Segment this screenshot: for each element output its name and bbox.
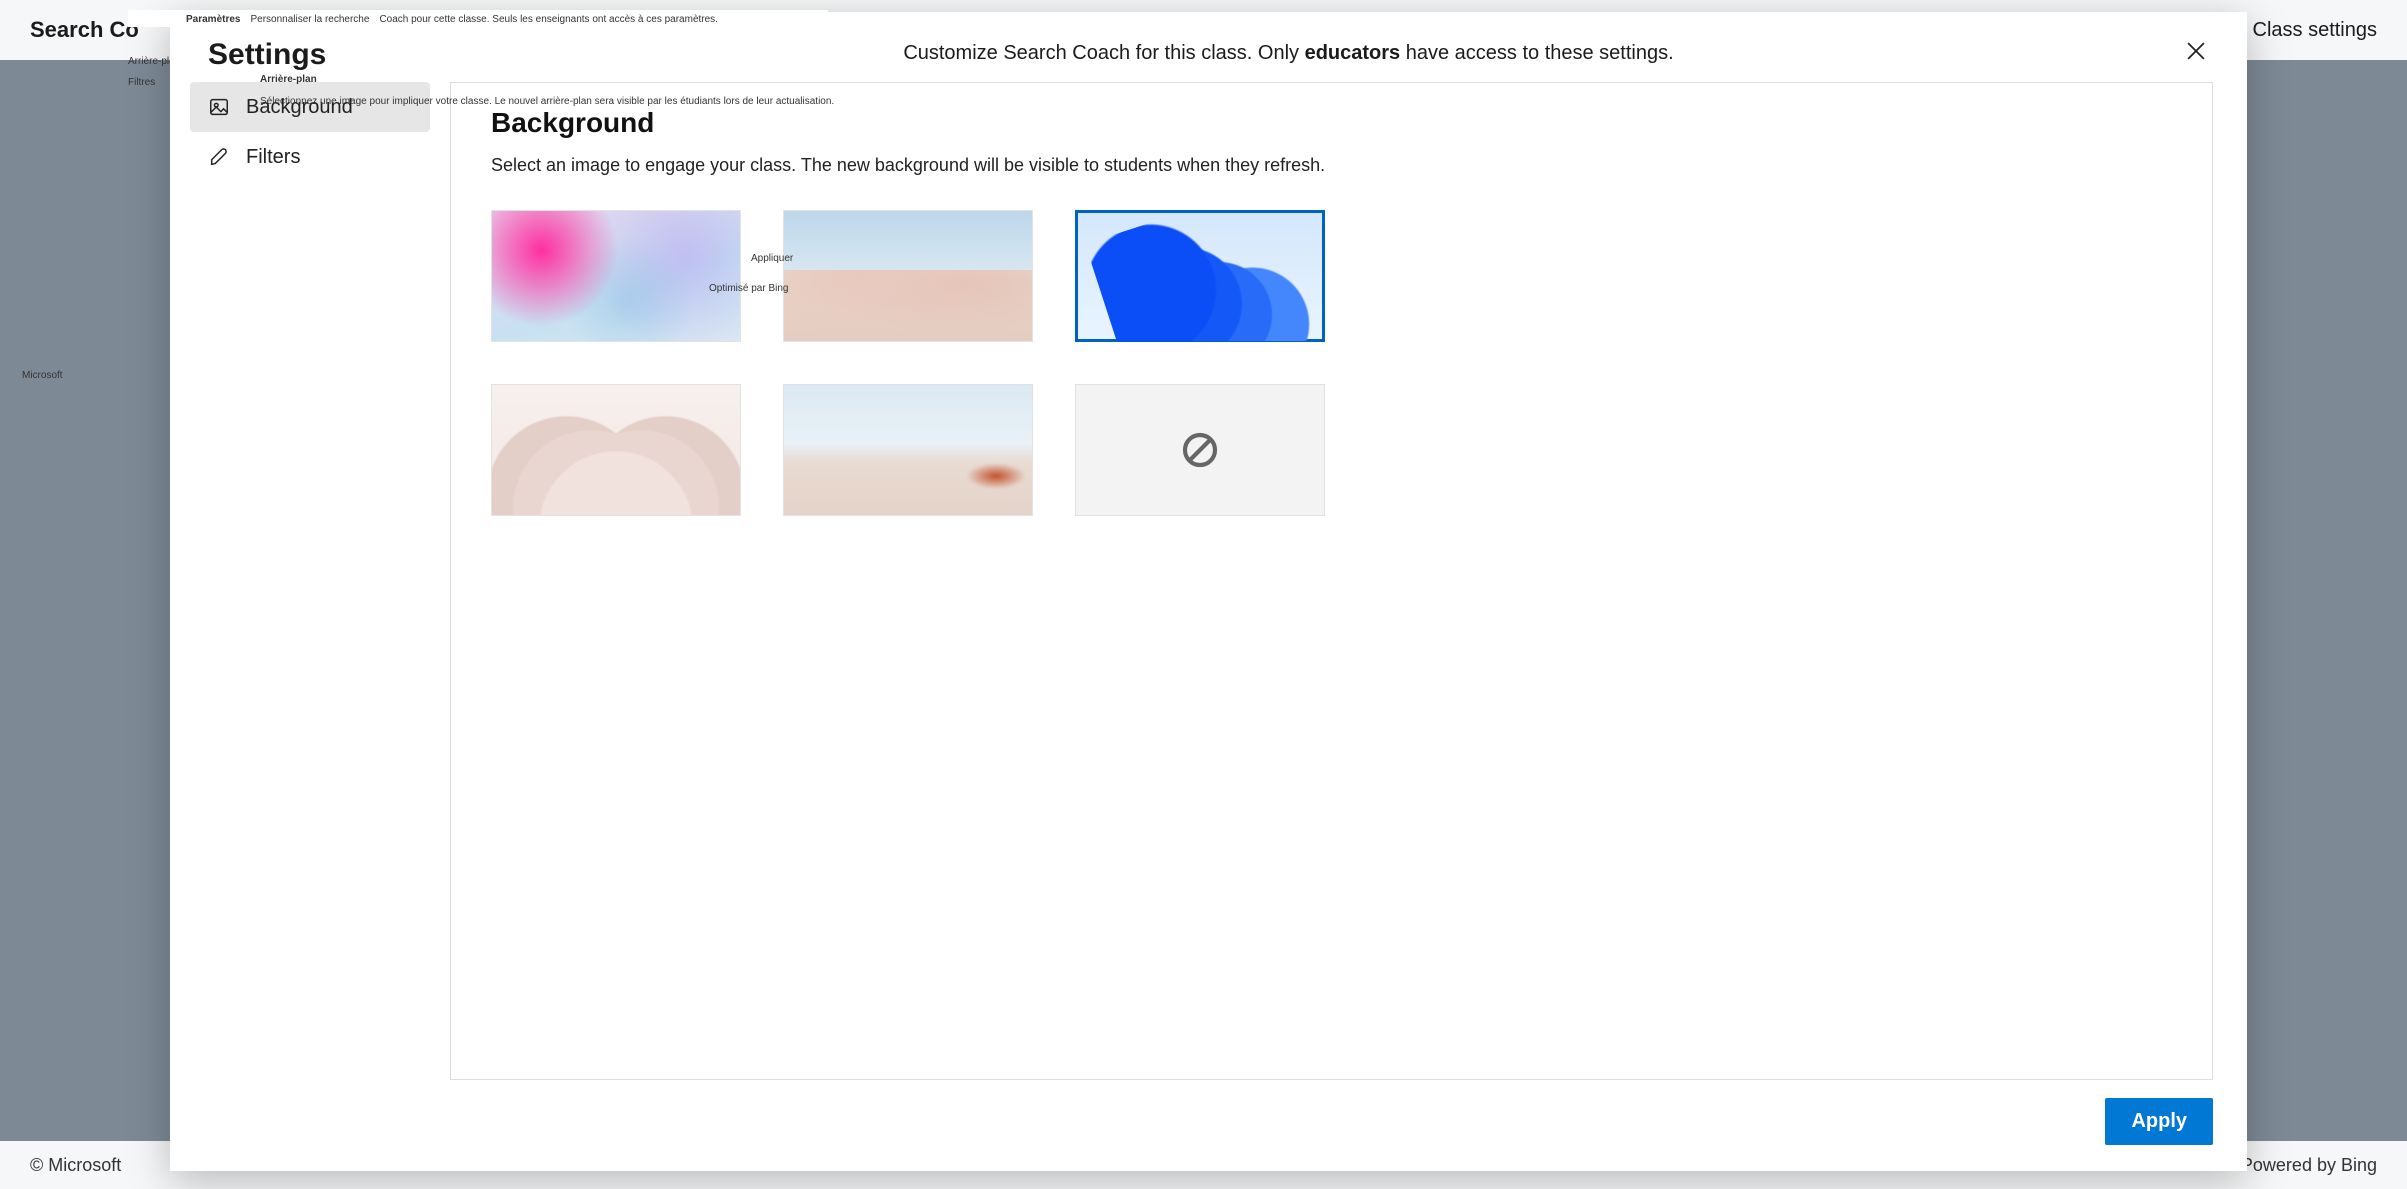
pencil-icon (208, 146, 230, 168)
modal-body: Background Filters Background Select an … (170, 82, 2247, 1080)
background-option-4[interactable] (491, 384, 741, 516)
background-option-5[interactable] (783, 384, 1033, 516)
nav-item-filters[interactable]: Filters (190, 132, 430, 182)
fr-content-title: Arrière-plan (260, 74, 317, 85)
modal-subtitle: Customize Search Coach for this class. O… (368, 38, 2209, 65)
fr-mini-modal: Paramètres Personnaliser la recherche Co… (128, 10, 828, 27)
modal-footer: Apply (170, 1080, 2247, 1171)
backdrop-app-title: Search Co (30, 17, 139, 43)
close-button[interactable] (2179, 34, 2213, 68)
class-settings-link[interactable]: Class settings (2253, 19, 2378, 42)
background-option-2[interactable] (783, 210, 1033, 342)
fr-content-desc: Sélectionnez une image pour impliquer vo… (260, 96, 2207, 107)
content-panel: Background Select an image to engage you… (450, 82, 2213, 1080)
fr-mini-sub-left: Personnaliser la recherche (250, 14, 369, 25)
fr-mini-title: Paramètres (186, 14, 240, 25)
fr-apply-label: Appliquer (751, 253, 793, 264)
section-title: Background (491, 107, 2172, 139)
background-option-3[interactable] (1075, 210, 1325, 342)
nav-label-filters: Filters (246, 146, 300, 169)
section-desc: Select an image to engage your class. Th… (491, 155, 2172, 176)
fr-powered-label: Optimisé par Bing (709, 283, 788, 294)
footer-copyright: © Microsoft (30, 1155, 121, 1176)
footer-powered-by: Powered by Bing (2241, 1155, 2377, 1176)
fr-ms-label: Microsoft (22, 370, 63, 381)
background-thumb-grid (491, 210, 2172, 516)
modal-subtitle-post: have access to these settings. (1400, 42, 1674, 64)
background-option-1[interactable] (491, 210, 741, 342)
modal-title: Settings (208, 38, 338, 72)
fr-content-desc-overlay: Sélectionnez une image pour impliquer vo… (260, 96, 2207, 107)
apply-button[interactable]: Apply (2105, 1098, 2213, 1145)
settings-modal: Settings Customize Search Coach for this… (170, 12, 2247, 1171)
nav-item-background[interactable]: Background (190, 82, 430, 132)
modal-subtitle-pre: Customize Search Coach for this class. O… (903, 42, 1304, 64)
modal-subtitle-bold: educators (1305, 42, 1401, 64)
close-icon (2187, 42, 2205, 60)
none-icon (1180, 430, 1220, 470)
fr-content-overlay: Arrière-plan (260, 74, 317, 85)
background-option-none[interactable] (1075, 384, 1325, 516)
content-scroll[interactable]: Background Select an image to engage you… (451, 83, 2212, 1079)
image-icon (208, 96, 230, 118)
modal-side-nav: Background Filters (170, 82, 450, 1080)
fr-mini-sub-right: Coach pour cette classe. Seuls les ensei… (379, 14, 718, 25)
